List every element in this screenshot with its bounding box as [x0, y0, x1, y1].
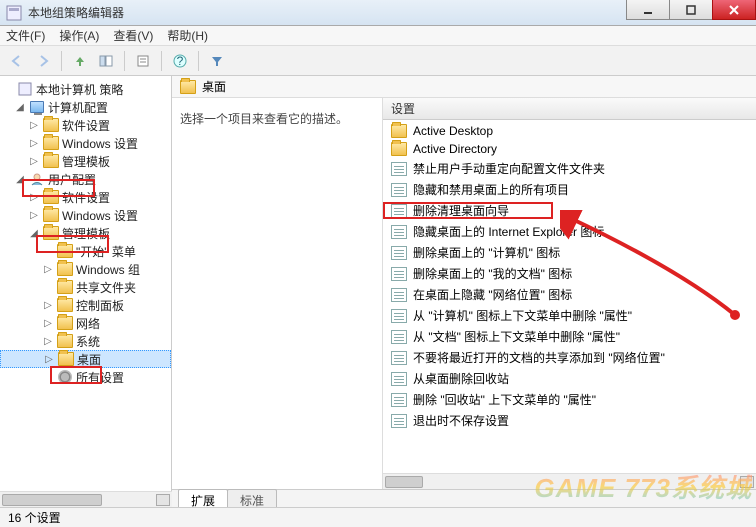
description-text: 选择一个项目来查看它的描述。 [180, 110, 374, 127]
policy-icon [391, 246, 407, 260]
forward-button[interactable] [32, 50, 54, 72]
title-bar: 本地组策略编辑器 [0, 0, 756, 26]
settings-column-header[interactable]: 设置 [383, 98, 756, 120]
policy-item[interactable]: 隐藏桌面上的 Internet Explorer 图标 [383, 221, 756, 242]
content-pane: 桌面 选择一个项目来查看它的描述。 设置 Active Desktop Acti… [172, 76, 756, 511]
maximize-button[interactable] [669, 0, 713, 20]
policy-item[interactable]: 退出时不保存设置 [383, 410, 756, 431]
tree-item[interactable]: ▷系统 [0, 332, 171, 350]
policy-icon [391, 393, 407, 407]
tree-admin-templates[interactable]: ◢管理模板 [0, 224, 171, 242]
policy-item[interactable]: 在桌面上隐藏 "网络位置" 图标 [383, 284, 756, 305]
back-button[interactable] [6, 50, 28, 72]
policy-item[interactable]: 从桌面删除回收站 [383, 368, 756, 389]
policy-icon [391, 414, 407, 428]
menu-bar: 文件(F) 操作(A) 查看(V) 帮助(H) [0, 26, 756, 46]
menu-help[interactable]: 帮助(H) [167, 27, 208, 44]
minimize-button[interactable] [626, 0, 670, 20]
folder-icon [180, 80, 196, 94]
folder-icon [391, 124, 407, 138]
policy-icon [391, 351, 407, 365]
policy-icon [391, 309, 407, 323]
policy-icon [391, 288, 407, 302]
tree-all-settings[interactable]: 所有设置 [0, 368, 171, 386]
horizontal-scrollbar[interactable] [383, 473, 756, 489]
content-title: 桌面 [202, 78, 226, 95]
help-button[interactable]: ? [169, 50, 191, 72]
filter-button[interactable] [206, 50, 228, 72]
policy-icon [391, 372, 407, 386]
policy-item[interactable]: 删除 "回收站" 上下文菜单的 "属性" [383, 389, 756, 410]
status-text: 16 个设置 [8, 509, 61, 526]
policy-icon [391, 267, 407, 281]
tree-item[interactable]: ▷Windows 设置 [0, 134, 171, 152]
policy-item[interactable]: 禁止用户手动重定向配置文件文件夹 [383, 158, 756, 179]
settings-list[interactable]: Active Desktop Active Directory 禁止用户手动重定… [383, 120, 756, 473]
policy-icon [391, 183, 407, 197]
tree-item[interactable]: ▷软件设置 [0, 116, 171, 134]
content-header: 桌面 [172, 76, 756, 98]
policy-icon [391, 204, 407, 218]
tree-item[interactable]: ▷控制面板 [0, 296, 171, 314]
policy-item[interactable]: 删除桌面上的 "计算机" 图标 [383, 242, 756, 263]
tree-item[interactable]: "开始" 菜单 [0, 242, 171, 260]
app-icon [6, 5, 22, 21]
description-column: 选择一个项目来查看它的描述。 [172, 98, 382, 489]
tree-item[interactable]: ▷网络 [0, 314, 171, 332]
menu-action[interactable]: 操作(A) [59, 27, 99, 44]
properties-button[interactable] [132, 50, 154, 72]
up-button[interactable] [69, 50, 91, 72]
policy-icon [391, 162, 407, 176]
toolbar: ? [0, 46, 756, 76]
settings-folder[interactable]: Active Desktop [383, 122, 756, 140]
tree-item-desktop[interactable]: ▷桌面 [0, 350, 171, 368]
policy-item[interactable]: 不要将最近打开的文档的共享添加到 "网络位置" [383, 347, 756, 368]
tree-item[interactable]: ▷Windows 设置 [0, 206, 171, 224]
tree-root[interactable]: 本地计算机 策略 [0, 80, 171, 98]
menu-file[interactable]: 文件(F) [6, 27, 45, 44]
tree-item[interactable]: ▷Windows 组 [0, 260, 171, 278]
folder-icon [391, 142, 407, 156]
show-hide-tree-button[interactable] [95, 50, 117, 72]
tree-user-config[interactable]: ◢ 用户配置 [0, 170, 171, 188]
tree-item[interactable]: ▷软件设置 [0, 188, 171, 206]
tree-horizontal-scrollbar[interactable] [0, 491, 172, 507]
svg-text:?: ? [177, 54, 184, 68]
navigation-tree[interactable]: 本地计算机 策略 ◢ 计算机配置 ▷软件设置 ▷Windows 设置 ▷管理模板… [0, 76, 172, 511]
policy-icon [391, 330, 407, 344]
policy-item[interactable]: 删除清理桌面向导 [383, 200, 756, 221]
menu-view[interactable]: 查看(V) [113, 27, 153, 44]
policy-icon [391, 225, 407, 239]
status-bar: 16 个设置 [0, 507, 756, 527]
policy-item[interactable]: 从 "计算机" 图标上下文菜单中删除 "属性" [383, 305, 756, 326]
tree-item[interactable]: 共享文件夹 [0, 278, 171, 296]
policy-item-highlighted[interactable]: 隐藏和禁用桌面上的所有项目 [383, 179, 756, 200]
tree-item[interactable]: ▷管理模板 [0, 152, 171, 170]
close-button[interactable] [712, 0, 756, 20]
policy-item[interactable]: 删除桌面上的 "我的文档" 图标 [383, 263, 756, 284]
policy-item[interactable]: 从 "文档" 图标上下文菜单中删除 "属性" [383, 326, 756, 347]
gear-icon [58, 370, 72, 384]
settings-folder[interactable]: Active Directory [383, 140, 756, 158]
tree-computer-config[interactable]: ◢ 计算机配置 [0, 98, 171, 116]
